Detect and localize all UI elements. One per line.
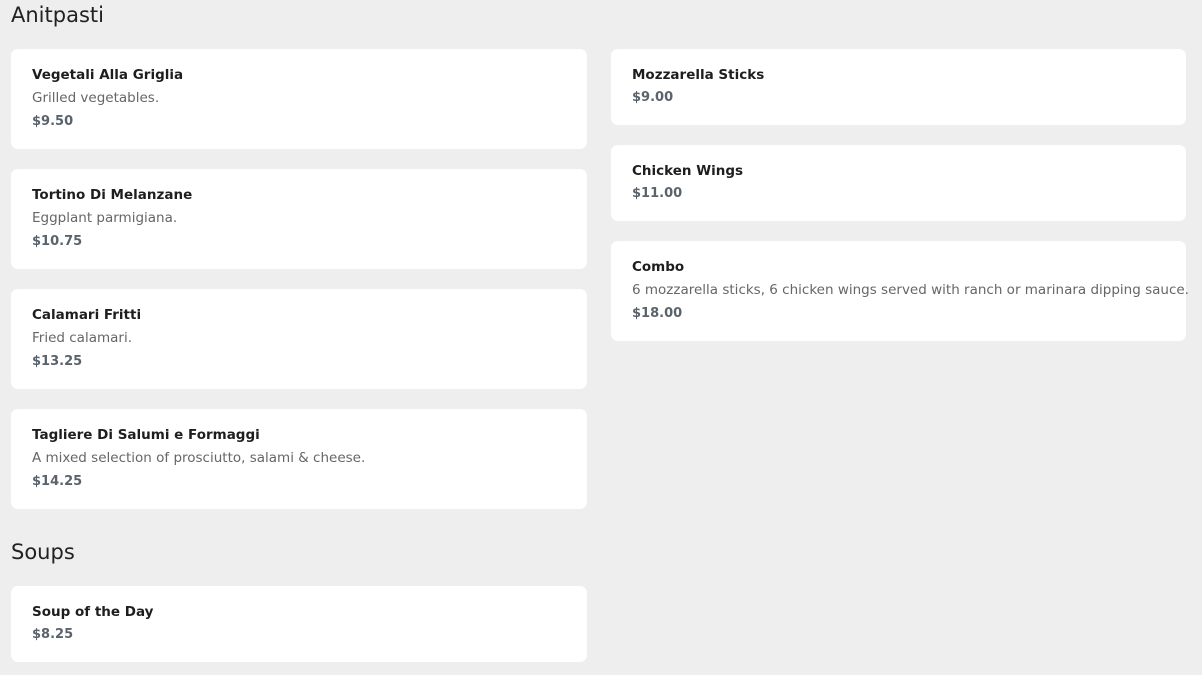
menu-item-card[interactable]: Tagliere Di Salumi e Formaggi A mixed se… — [11, 409, 587, 509]
menu-item-description: A mixed selection of prosciutto, salami … — [32, 450, 366, 466]
section-title-soups: Soups — [11, 540, 75, 564]
menu-item-price: $9.00 — [632, 90, 674, 105]
menu-item-price: $11.00 — [632, 186, 683, 201]
menu-item-card[interactable]: Vegetali Alla Griglia Grilled vegetables… — [11, 49, 587, 149]
menu-item-description: Eggplant parmigiana. — [32, 210, 178, 226]
menu-item-name: Tagliere Di Salumi e Formaggi — [32, 427, 260, 443]
menu-item-card[interactable]: Soup of the Day $8.25 — [11, 586, 587, 662]
menu-item-price: $8.25 — [32, 627, 74, 642]
menu-item-card[interactable]: Combo 6 mozzarella sticks, 6 chicken win… — [611, 241, 1189, 341]
menu-item-price: $9.50 — [32, 114, 74, 129]
menu-item-name: Combo — [632, 259, 685, 275]
menu-item-price: $18.00 — [632, 306, 683, 321]
menu-item-name: Calamari Fritti — [32, 307, 142, 323]
menu-item-card[interactable]: Chicken Wings $11.00 — [611, 145, 1186, 221]
menu-item-description: Fried calamari. — [32, 330, 132, 346]
menu-item-name: Soup of the Day — [32, 604, 154, 620]
menu-item-description: Grilled vegetables. — [32, 90, 160, 106]
menu-item-description: 6 mozzarella sticks, 6 chicken wings ser… — [632, 282, 1189, 298]
menu-item-price: $14.25 — [32, 474, 83, 489]
menu-item-price: $10.75 — [32, 234, 83, 249]
menu-item-name: Tortino Di Melanzane — [32, 187, 193, 203]
menu-item-price: $13.25 — [32, 354, 83, 369]
menu-item-name: Chicken Wings — [632, 163, 744, 179]
menu-item-card[interactable]: Calamari Fritti Fried calamari. $13.25 — [11, 289, 587, 389]
section-title-antipasti: Anitpasti — [11, 3, 104, 27]
menu-item-card[interactable]: Tortino Di Melanzane Eggplant parmigiana… — [11, 169, 587, 269]
menu-item-name: Vegetali Alla Griglia — [32, 67, 184, 83]
menu-item-name: Mozzarella Sticks — [632, 67, 765, 83]
menu-item-card[interactable]: Mozzarella Sticks $9.00 — [611, 49, 1186, 125]
